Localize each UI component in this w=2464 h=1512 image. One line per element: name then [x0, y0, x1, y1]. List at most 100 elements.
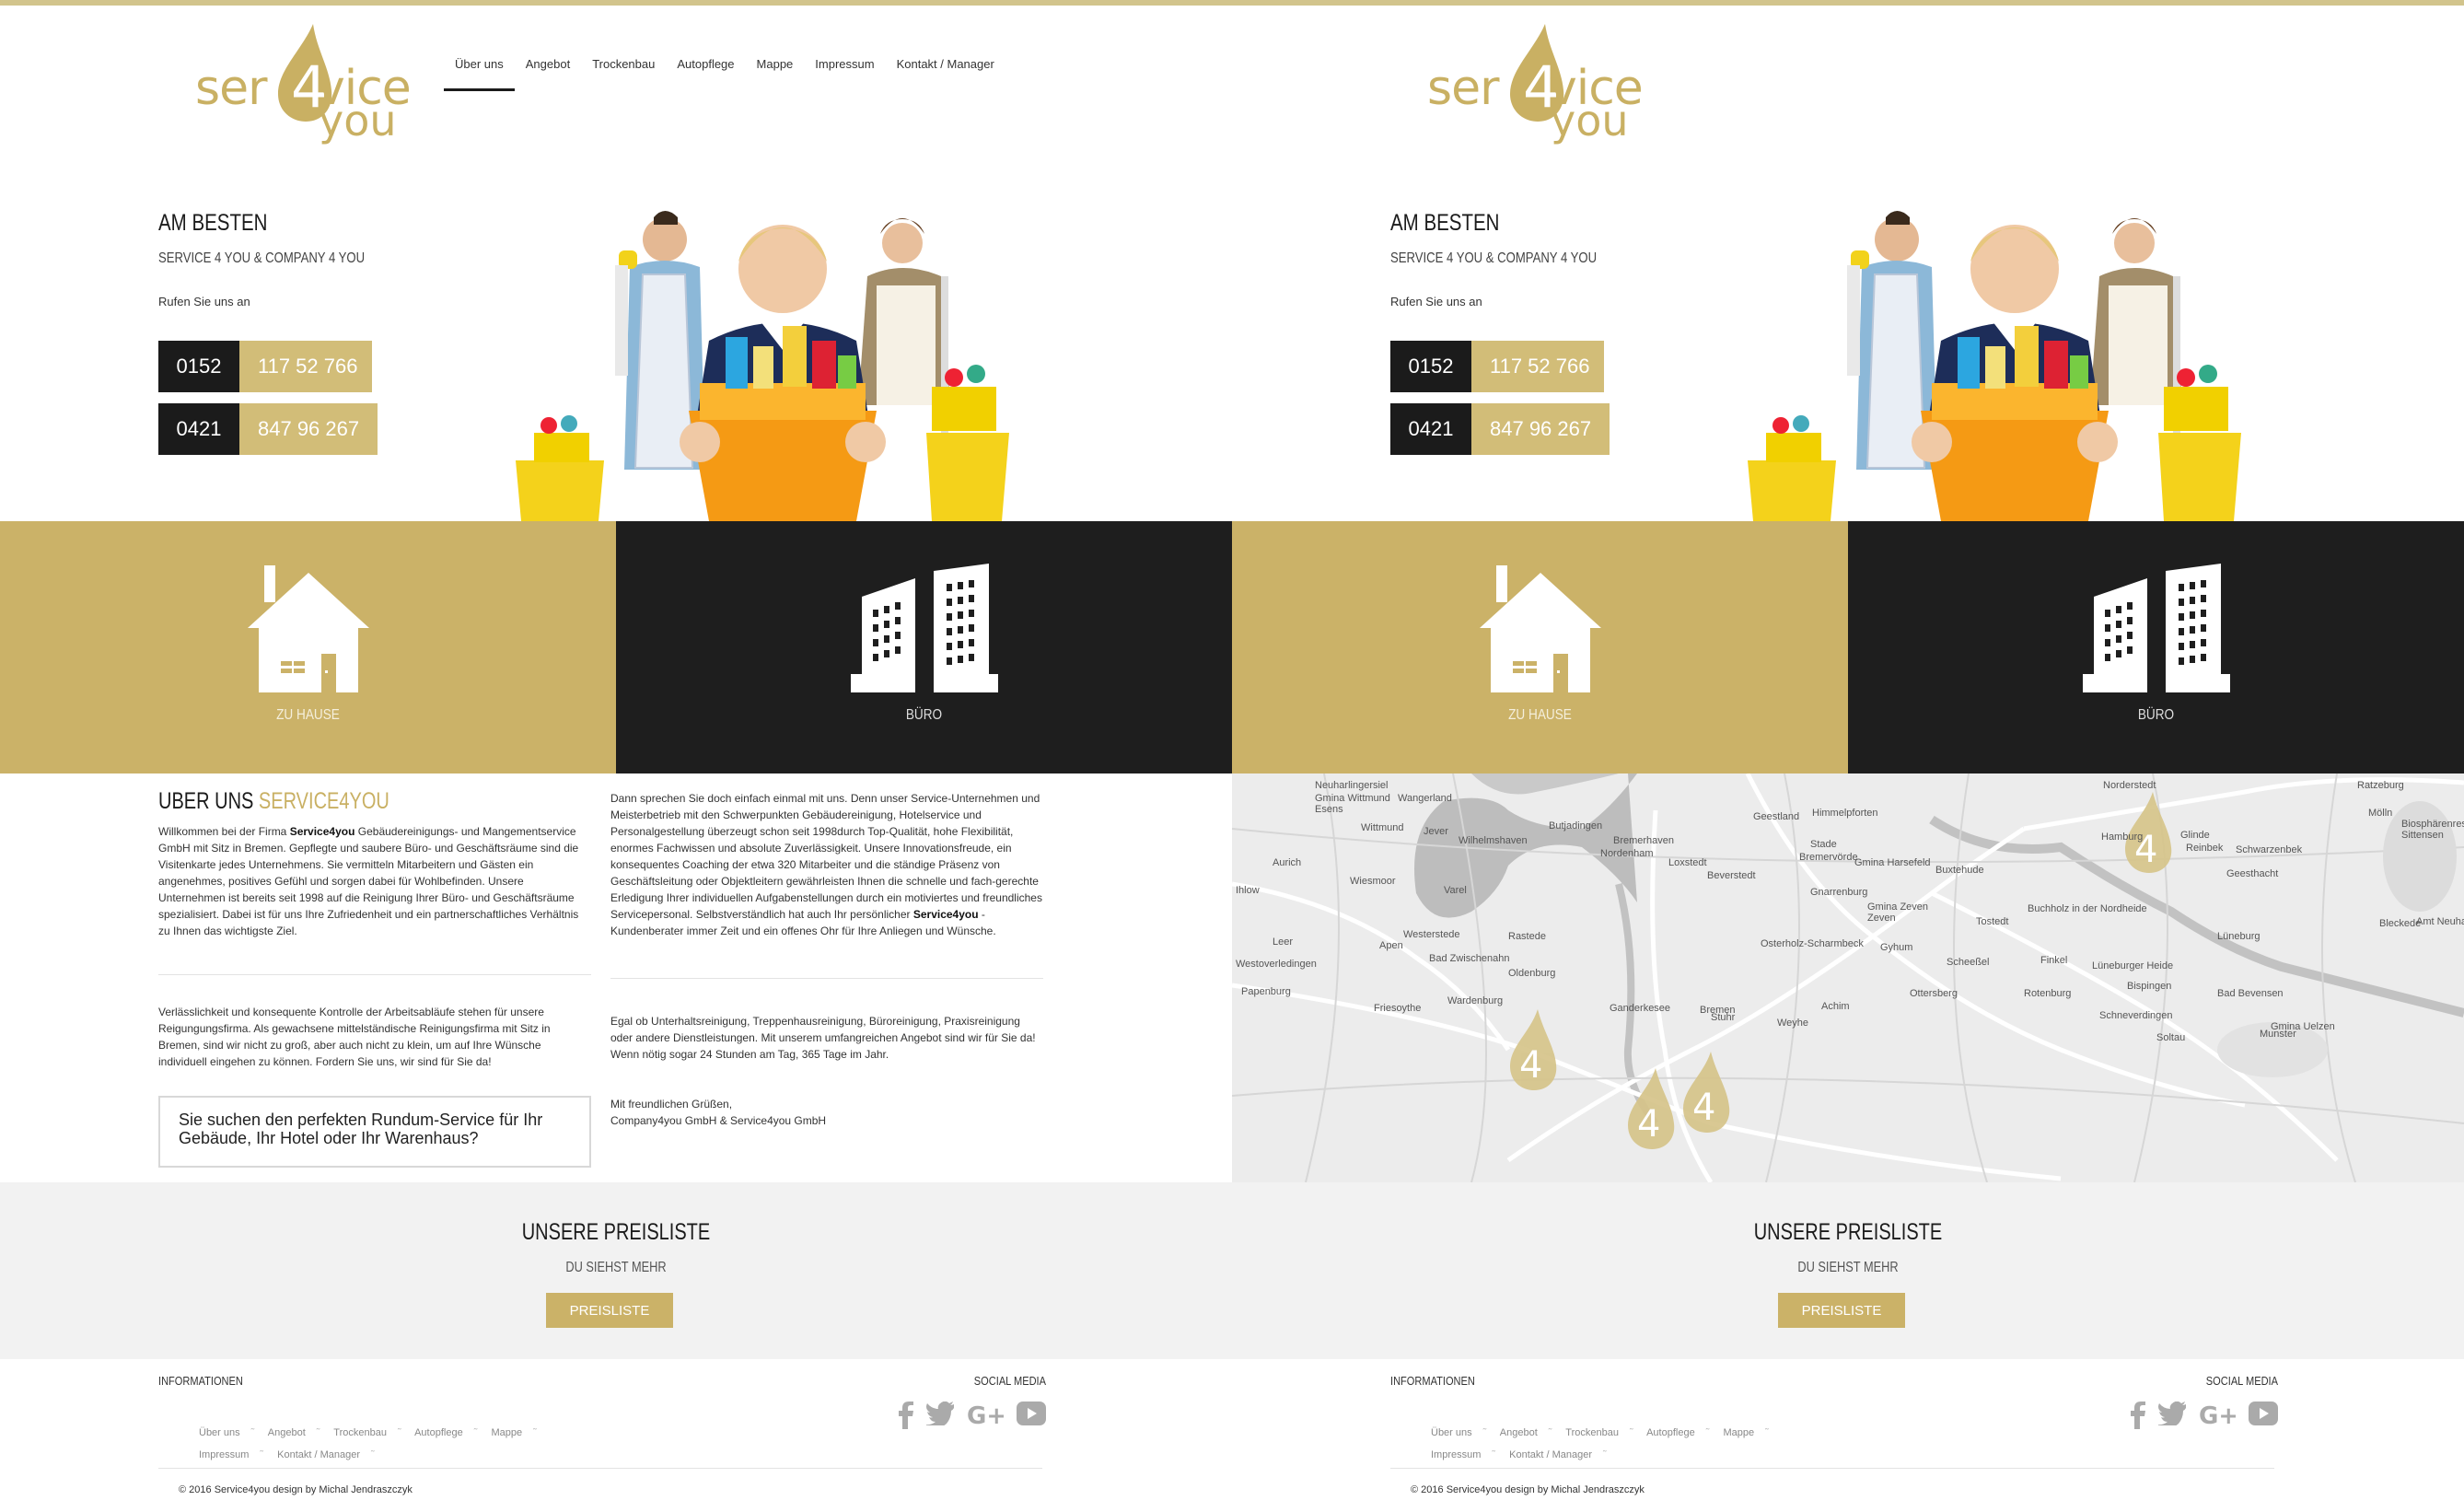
- footer-link[interactable]: Mappe: [1723, 1427, 1754, 1438]
- map-place-label: Reinbek: [2186, 843, 2224, 854]
- map-place-label: Aurich: [1273, 857, 1301, 868]
- youtube-icon[interactable]: [1017, 1402, 1046, 1425]
- hero-call-text: Rufen Sie uns an: [158, 295, 250, 308]
- nav-trockenbau[interactable]: Trockenbau: [581, 57, 666, 94]
- map-canvas[interactable]: 44 44 NeuharlingersielWangerlandGmina Wi…: [1232, 773, 2464, 1182]
- map-place-label: Wiesmoor: [1350, 876, 1396, 887]
- about-paragraph-2: Verlässlichkeit und konsequente Kontroll…: [158, 1006, 551, 1068]
- social-icons: G+: [899, 1402, 1046, 1429]
- tile-label: ZU HAUSE: [1508, 707, 1572, 723]
- map-place-label: Scheeßel: [1947, 957, 1989, 968]
- phone-box-2[interactable]: 0421 847 96 267: [1390, 403, 1610, 455]
- map-place-label: Nordenham: [1600, 848, 1653, 859]
- hero-subtitle: SERVICE 4 YOU & COMPANY 4 YOU: [158, 250, 366, 266]
- phone-number: 117 52 766: [1471, 341, 1604, 392]
- map-place-label: Bleckede: [2379, 918, 2421, 929]
- phone-box-2[interactable]: 0421 847 96 267: [158, 403, 378, 455]
- twitter-icon[interactable]: [2158, 1402, 2186, 1425]
- tile-buero[interactable]: BÜRO: [1848, 521, 2464, 773]
- footer-links: Über uns ˜ Angebot ˜ Trockenbau ˜ Autopfleg…: [1431, 1427, 1769, 1460]
- map-place-label: Osterholz-Scharmbeck: [1761, 938, 1864, 949]
- cleaning-staff-image: [516, 211, 1009, 521]
- map-place-label: Geesthacht: [2226, 868, 2278, 879]
- about-paragraph-4: Egal ob Unterhaltsreinigung, Treppenhaus…: [610, 1015, 1036, 1061]
- footer-link[interactable]: Angebot: [268, 1427, 306, 1438]
- footer-link[interactable]: Autopflege: [1646, 1427, 1695, 1438]
- footer-link[interactable]: Impressum: [199, 1449, 249, 1460]
- map-place-label: Jever: [1424, 826, 1448, 837]
- map-place-label: Friesoythe: [1374, 1003, 1421, 1014]
- map-place-label: Soltau: [2156, 1032, 2185, 1043]
- nav-ueber-uns[interactable]: Über uns: [444, 57, 515, 94]
- map-place-label: Ihlow: [1236, 885, 1260, 896]
- tile-zu-hause[interactable]: ZU HAUSE: [1232, 521, 1848, 773]
- nav-impressum[interactable]: Impressum: [804, 57, 885, 94]
- footer-link[interactable]: Über uns: [199, 1427, 240, 1438]
- tile-buero[interactable]: BÜRO: [616, 521, 1232, 773]
- nav-kontakt[interactable]: Kontakt / Manager: [886, 57, 1005, 94]
- nav-autopflege[interactable]: Autopflege: [666, 57, 745, 94]
- footer-link[interactable]: Autopflege: [414, 1427, 463, 1438]
- footer-divider: [1390, 1468, 2274, 1469]
- map-place-label: Bad Zwischenahn: [1429, 953, 1509, 964]
- map-place-label: Westerstede: [1403, 929, 1460, 940]
- site-logo[interactable]: ser 4 vice you: [1427, 18, 1644, 145]
- phone-prefix: 0421: [158, 403, 239, 455]
- top-accent-bar: [0, 0, 1232, 6]
- facebook-icon[interactable]: [2131, 1402, 2145, 1429]
- pricing-section: UNSERE PREISLISTE DU SIEHST MEHR PREISLI…: [1232, 1182, 2464, 1359]
- pricelist-button[interactable]: PREISLISTE: [546, 1293, 673, 1328]
- copyright: © 2016 Service4you design by Michal Jend…: [1411, 1484, 1645, 1495]
- map-place-label: Butjadingen: [1549, 820, 1602, 832]
- twitter-icon[interactable]: [926, 1402, 954, 1425]
- map-place-label: Weyhe: [1777, 1018, 1808, 1029]
- footer-social-title: SOCIAL MEDIA: [2205, 1374, 2278, 1388]
- map-place-label: Oldenburg: [1508, 968, 1555, 979]
- footer-link[interactable]: Über uns: [1431, 1427, 1472, 1438]
- pricing-title: UNSERE PREISLISTE: [1753, 1219, 1943, 1245]
- map-place-label: Amt Neuhaus: [2416, 916, 2464, 927]
- map-place-label: Papenburg: [1241, 986, 1291, 997]
- footer-link[interactable]: Impressum: [1431, 1449, 1481, 1460]
- footer-link[interactable]: Trockenbau: [1565, 1427, 1619, 1438]
- youtube-icon[interactable]: [2249, 1402, 2278, 1425]
- footer-link[interactable]: Trockenbau: [333, 1427, 387, 1438]
- pricing-subtitle: DU SIEHST MEHR: [565, 1260, 667, 1275]
- footer-link[interactable]: Angebot: [1500, 1427, 1538, 1438]
- map-place-label: Loxstedt: [1668, 857, 1707, 868]
- footer-link[interactable]: Kontakt / Manager: [1509, 1449, 1592, 1460]
- map-place-label: Gyhum: [1880, 942, 1912, 953]
- svg-text:G+: G+: [2199, 1402, 2236, 1427]
- map-place-label: Stade: [1810, 839, 1837, 850]
- phone-prefix: 0152: [158, 341, 239, 392]
- site-logo[interactable]: ser 4 vice you: [195, 18, 412, 145]
- tile-zu-hause[interactable]: ZU HAUSE: [0, 521, 616, 773]
- footer-link[interactable]: Kontakt / Manager: [277, 1449, 360, 1460]
- map-place-label: Mölln: [2368, 808, 2392, 819]
- footer-link[interactable]: Mappe: [491, 1427, 522, 1438]
- facebook-icon[interactable]: [899, 1402, 913, 1429]
- nav-angebot[interactable]: Angebot: [515, 57, 581, 94]
- svg-text:G+: G+: [967, 1402, 1004, 1427]
- house-icon: [247, 565, 369, 692]
- panel-about-page: ser 4 vice you Über uns Angebot Trockenb…: [0, 0, 1232, 1512]
- nav-mappe[interactable]: Mappe: [746, 57, 805, 94]
- map-place-label: Wilhelmshaven: [1459, 835, 1528, 846]
- phone-box-1[interactable]: 0152 117 52 766: [158, 341, 372, 392]
- map-place-label: Bremervörde: [1799, 852, 1858, 863]
- pricelist-button[interactable]: PREISLISTE: [1778, 1293, 1905, 1328]
- google-plus-icon[interactable]: G+: [2199, 1402, 2236, 1427]
- map-place-label: Geestland: [1753, 811, 1799, 822]
- map-place-label: Buchholz in der Nordheide: [2028, 903, 2147, 914]
- pricing-section: UNSERE PREISLISTE DU SIEHST MEHR PREISLI…: [0, 1182, 1232, 1359]
- tile-label: BÜRO: [905, 707, 943, 723]
- location-map[interactable]: 44 44 Neuharlingersiel Wangerland Gmina Wi…: [1232, 773, 2464, 1182]
- map-place-label: Gnarrenburg: [1810, 887, 1867, 898]
- hero-call-text: Rufen Sie uns an: [1390, 295, 1482, 308]
- cleaning-staff-image: [1748, 211, 2241, 521]
- map-place-label: Esens: [1315, 804, 1343, 815]
- map-place-label: Sittensen: [2401, 830, 2444, 841]
- service-tiles: ZU HAUSE BÜRO: [1232, 521, 2464, 773]
- phone-box-1[interactable]: 0152 117 52 766: [1390, 341, 1604, 392]
- google-plus-icon[interactable]: G+: [967, 1402, 1004, 1427]
